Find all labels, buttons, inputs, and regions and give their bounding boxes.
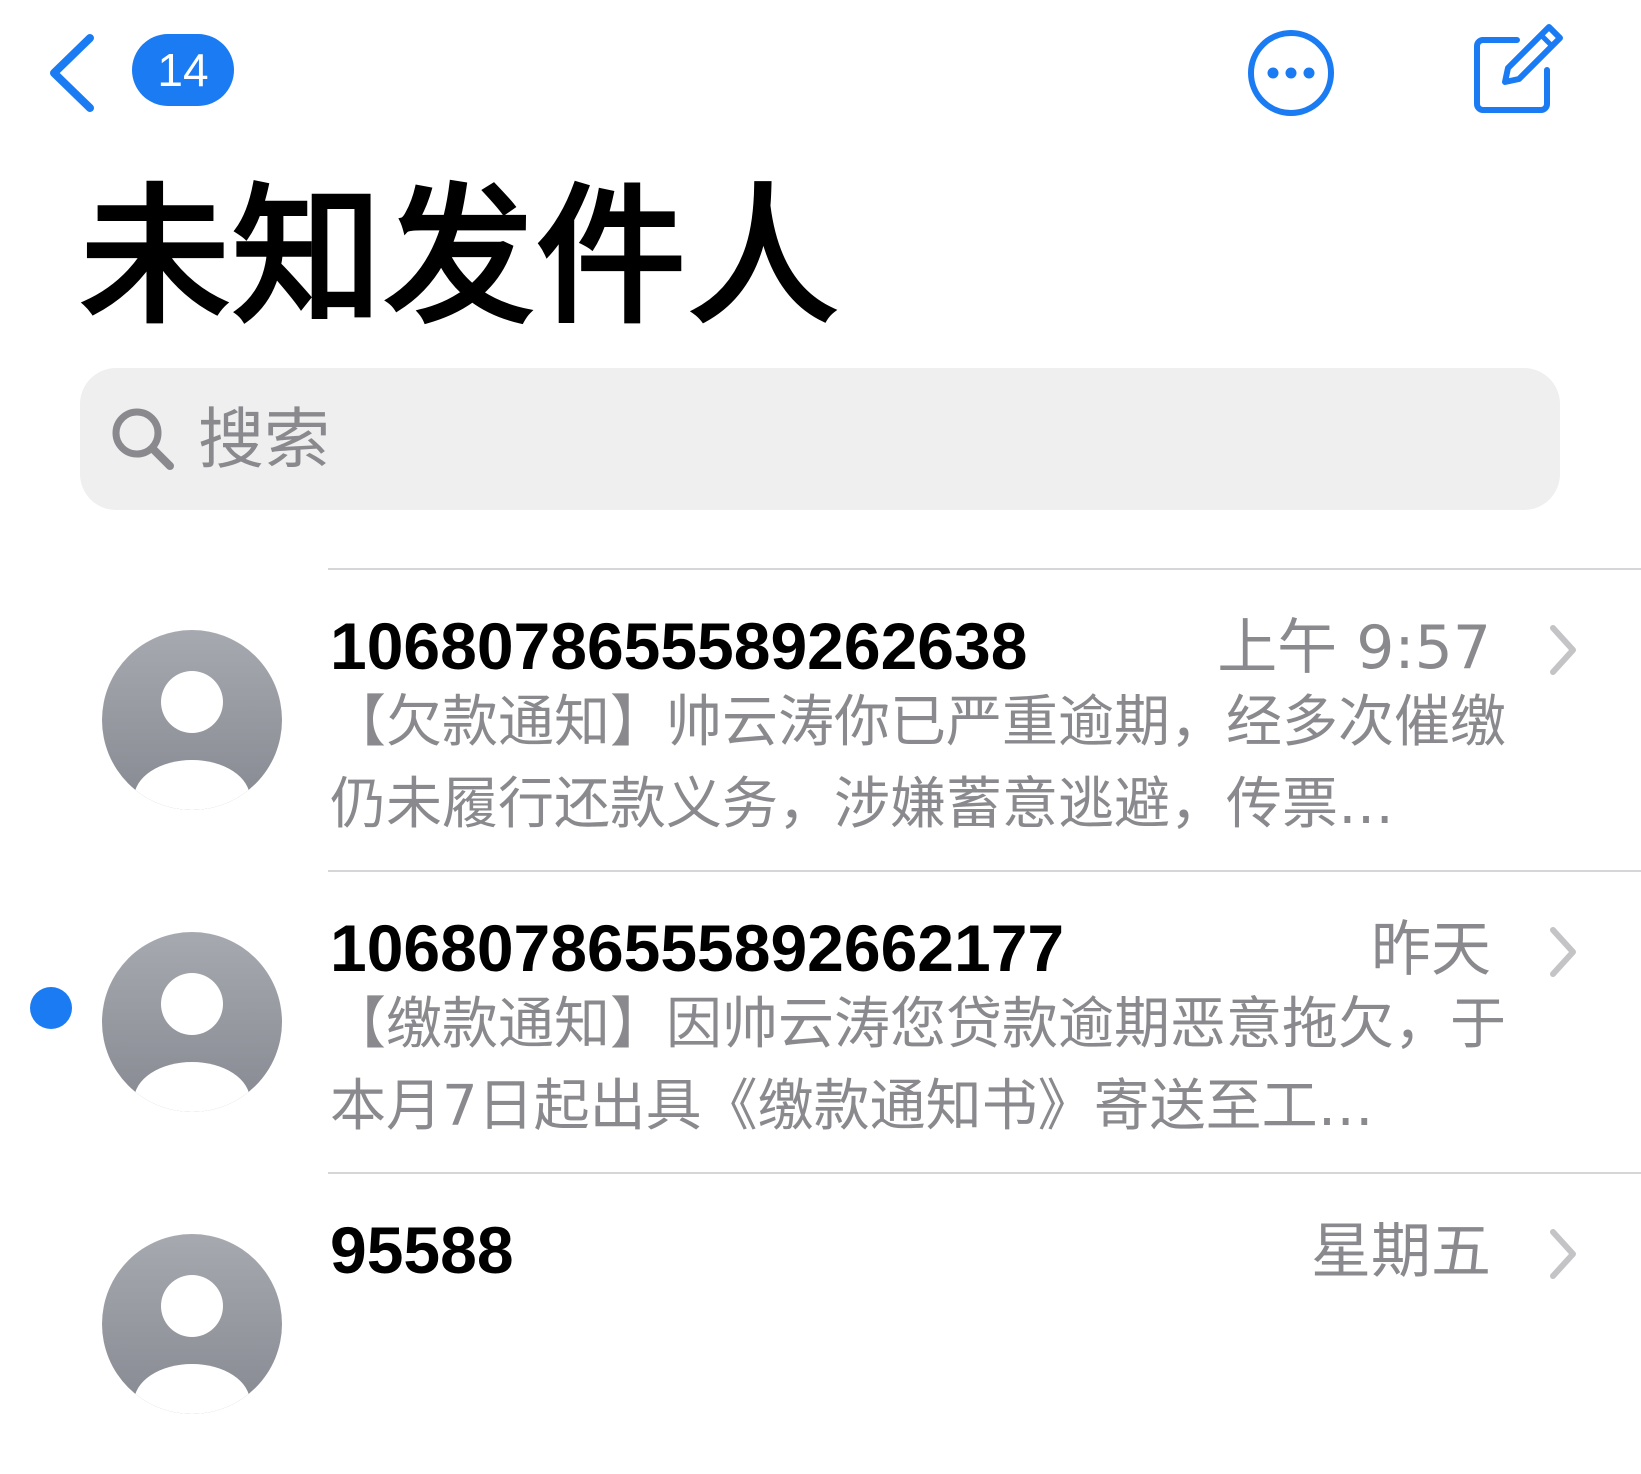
sender-number: 106807865558926621​77 bbox=[330, 911, 1065, 985]
message-row[interactable]: 95588 星期五 bbox=[0, 1174, 1641, 1474]
more-options-button[interactable] bbox=[1245, 27, 1337, 119]
page-title: 未知发件人 bbox=[80, 171, 841, 345]
compose-icon bbox=[1474, 24, 1563, 113]
search-bar[interactable] bbox=[80, 368, 1560, 510]
sender-number: 106807865558926263​8 bbox=[330, 609, 1028, 683]
message-time: 昨天 bbox=[1371, 915, 1491, 985]
sender-number: 95588 bbox=[330, 1213, 514, 1287]
unread-count-badge[interactable]: 14 bbox=[132, 34, 234, 106]
message-list: 106807865558926263​8 上午 9:57 【欠款通知】帅云涛你已… bbox=[0, 568, 1641, 1414]
search-input[interactable] bbox=[198, 368, 1498, 510]
person-avatar-icon bbox=[102, 932, 282, 1112]
search-icon bbox=[112, 408, 174, 470]
person-avatar-icon bbox=[102, 630, 282, 810]
message-preview: 【欠款通知】帅云涛你已严重逾期，经多次催缴仍未履行还款义务，涉嫌蓄意逃避，传票… bbox=[330, 690, 1506, 837]
compose-button[interactable] bbox=[1465, 22, 1565, 122]
message-time: 星期五 bbox=[1311, 1217, 1491, 1287]
message-row[interactable]: 106807865558926263​8 上午 9:57 【欠款通知】帅云涛你已… bbox=[0, 570, 1641, 870]
chevron-right-icon bbox=[1550, 625, 1576, 675]
ellipsis-circle-icon bbox=[1248, 30, 1334, 116]
navigation-bar: 14 bbox=[0, 0, 1641, 150]
message-row[interactable]: 106807865558926621​77 昨天 【缴款通知】因帅云涛您贷款逾期… bbox=[0, 872, 1641, 1172]
message-preview: 【缴款通知】因帅云涛您贷款逾期恶意拖欠，于本月7日起出具《缴款通知书》寄送至工… bbox=[330, 992, 1506, 1139]
chevron-left-icon bbox=[50, 34, 94, 112]
message-time: 上午 9:57 bbox=[1217, 613, 1491, 683]
chevron-right-icon bbox=[1550, 927, 1576, 977]
unread-indicator bbox=[30, 987, 72, 1029]
person-avatar-icon bbox=[102, 1234, 282, 1414]
back-button[interactable] bbox=[40, 28, 110, 118]
chevron-right-icon bbox=[1550, 1229, 1576, 1279]
